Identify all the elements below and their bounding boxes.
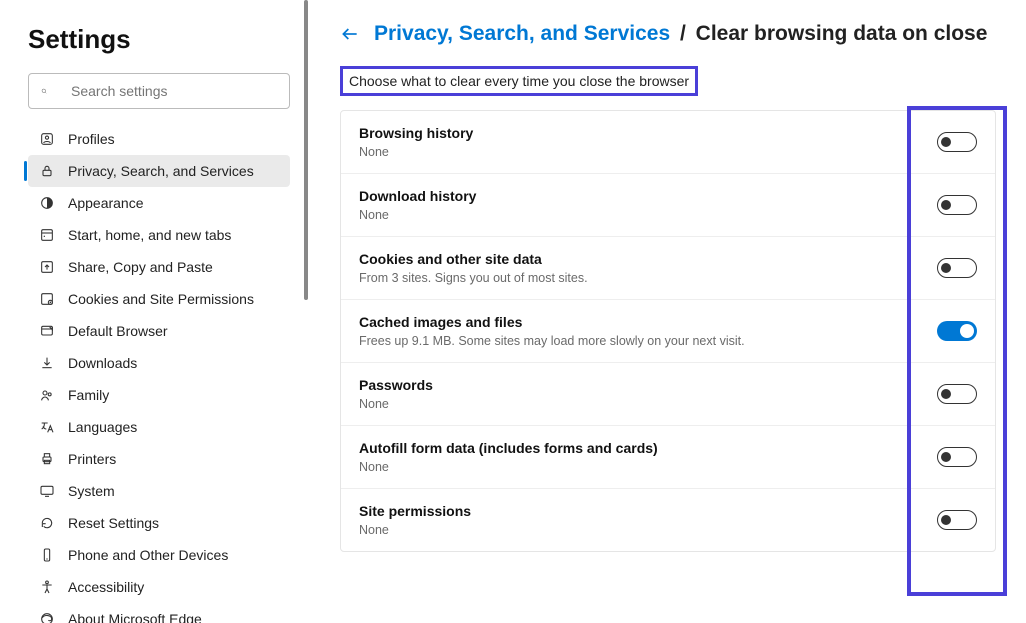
- setting-row: Autofill form data (includes forms and c…: [341, 426, 995, 489]
- search-input[interactable]: [71, 83, 277, 99]
- sidebar-item-lock[interactable]: Privacy, Search, and Services: [28, 155, 290, 187]
- setting-row: Browsing history None: [341, 111, 995, 174]
- edge-icon: [38, 610, 56, 623]
- sidebar-item-label: Accessibility: [68, 579, 144, 595]
- phone-icon: [38, 546, 56, 564]
- sidebar-item-cookies[interactable]: Cookies and Site Permissions: [28, 283, 290, 315]
- sidebar-item-label: Default Browser: [68, 323, 168, 339]
- setting-text: Browsing history None: [359, 125, 937, 159]
- sidebar-item-label: Cookies and Site Permissions: [68, 291, 254, 307]
- start-icon: [38, 226, 56, 244]
- breadcrumb: Privacy, Search, and Services / Clear br…: [340, 22, 996, 46]
- reset-icon: [38, 514, 56, 532]
- scrollbar[interactable]: [304, 0, 308, 300]
- setting-title: Cached images and files: [359, 314, 937, 330]
- setting-subtitle: None: [359, 208, 937, 222]
- search-icon: [41, 82, 59, 100]
- sidebar-item-label: Profiles: [68, 131, 115, 147]
- setting-text: Autofill form data (includes forms and c…: [359, 440, 937, 474]
- sidebar-item-edge[interactable]: About Microsoft Edge: [28, 603, 290, 623]
- sidebar-item-printer[interactable]: Printers: [28, 443, 290, 475]
- nav-list: Profiles Privacy, Search, and Services A…: [28, 123, 290, 623]
- sidebar-item-phone[interactable]: Phone and Other Devices: [28, 539, 290, 571]
- setting-title: Download history: [359, 188, 937, 204]
- sidebar-item-label: Phone and Other Devices: [68, 547, 228, 563]
- family-icon: [38, 386, 56, 404]
- sidebar-item-profile[interactable]: Profiles: [28, 123, 290, 155]
- sidebar-item-appearance[interactable]: Appearance: [28, 187, 290, 219]
- toggle-switch[interactable]: [937, 258, 977, 278]
- setting-row: Site permissions None: [341, 489, 995, 551]
- breadcrumb-text: Privacy, Search, and Services / Clear br…: [374, 22, 987, 46]
- sidebar: Settings Profiles Privacy, Search, and S…: [0, 0, 310, 623]
- main-content: Privacy, Search, and Services / Clear br…: [310, 0, 1026, 623]
- setting-subtitle: Frees up 9.1 MB. Some sites may load mor…: [359, 334, 937, 348]
- setting-row: Cookies and other site data From 3 sites…: [341, 237, 995, 300]
- accessibility-icon: [38, 578, 56, 596]
- sidebar-item-label: Start, home, and new tabs: [68, 227, 231, 243]
- sidebar-item-start[interactable]: Start, home, and new tabs: [28, 219, 290, 251]
- sidebar-item-system[interactable]: System: [28, 475, 290, 507]
- sidebar-item-label: System: [68, 483, 115, 499]
- lock-icon: [38, 162, 56, 180]
- setting-subtitle: None: [359, 460, 937, 474]
- breadcrumb-current: Clear browsing data on close: [696, 22, 988, 45]
- sidebar-item-browser[interactable]: Default Browser: [28, 315, 290, 347]
- sidebar-item-download[interactable]: Downloads: [28, 347, 290, 379]
- browser-icon: [38, 322, 56, 340]
- toggle-switch[interactable]: [937, 384, 977, 404]
- appearance-icon: [38, 194, 56, 212]
- sidebar-item-label: Printers: [68, 451, 116, 467]
- setting-text: Cached images and files Frees up 9.1 MB.…: [359, 314, 937, 348]
- setting-subtitle: From 3 sites. Signs you out of most site…: [359, 271, 937, 285]
- toggle-switch[interactable]: [937, 510, 977, 530]
- setting-subtitle: None: [359, 523, 937, 537]
- sidebar-item-accessibility[interactable]: Accessibility: [28, 571, 290, 603]
- sidebar-item-reset[interactable]: Reset Settings: [28, 507, 290, 539]
- search-input-container[interactable]: [28, 73, 290, 109]
- sidebar-item-label: Share, Copy and Paste: [68, 259, 213, 275]
- toggle-switch[interactable]: [937, 132, 977, 152]
- setting-text: Site permissions None: [359, 503, 937, 537]
- setting-title: Cookies and other site data: [359, 251, 937, 267]
- page-title: Settings: [28, 24, 290, 55]
- sidebar-item-label: About Microsoft Edge: [68, 611, 202, 623]
- setting-title: Site permissions: [359, 503, 937, 519]
- sidebar-item-family[interactable]: Family: [28, 379, 290, 411]
- sidebar-item-languages[interactable]: Languages: [28, 411, 290, 443]
- sidebar-item-label: Languages: [68, 419, 137, 435]
- setting-title: Passwords: [359, 377, 937, 393]
- setting-text: Passwords None: [359, 377, 937, 411]
- share-icon: [38, 258, 56, 276]
- settings-panel: Browsing history None Download history N…: [340, 110, 996, 552]
- languages-icon: [38, 418, 56, 436]
- toggle-switch[interactable]: [937, 447, 977, 467]
- sidebar-item-label: Privacy, Search, and Services: [68, 163, 254, 179]
- setting-subtitle: None: [359, 397, 937, 411]
- setting-title: Autofill form data (includes forms and c…: [359, 440, 937, 456]
- setting-text: Cookies and other site data From 3 sites…: [359, 251, 937, 285]
- system-icon: [38, 482, 56, 500]
- sidebar-item-share[interactable]: Share, Copy and Paste: [28, 251, 290, 283]
- printer-icon: [38, 450, 56, 468]
- setting-subtitle: None: [359, 145, 937, 159]
- setting-row: Cached images and files Frees up 9.1 MB.…: [341, 300, 995, 363]
- back-arrow-icon[interactable]: [340, 24, 360, 44]
- download-icon: [38, 354, 56, 372]
- sidebar-item-label: Family: [68, 387, 109, 403]
- setting-title: Browsing history: [359, 125, 937, 141]
- breadcrumb-separator: /: [680, 22, 686, 45]
- toggle-switch[interactable]: [937, 195, 977, 215]
- setting-row: Passwords None: [341, 363, 995, 426]
- breadcrumb-link[interactable]: Privacy, Search, and Services: [374, 22, 670, 45]
- cookies-icon: [38, 290, 56, 308]
- profile-icon: [38, 130, 56, 148]
- toggle-switch[interactable]: [937, 321, 977, 341]
- section-description: Choose what to clear every time you clos…: [340, 66, 698, 96]
- setting-row: Download history None: [341, 174, 995, 237]
- setting-text: Download history None: [359, 188, 937, 222]
- sidebar-item-label: Downloads: [68, 355, 137, 371]
- sidebar-item-label: Reset Settings: [68, 515, 159, 531]
- sidebar-item-label: Appearance: [68, 195, 144, 211]
